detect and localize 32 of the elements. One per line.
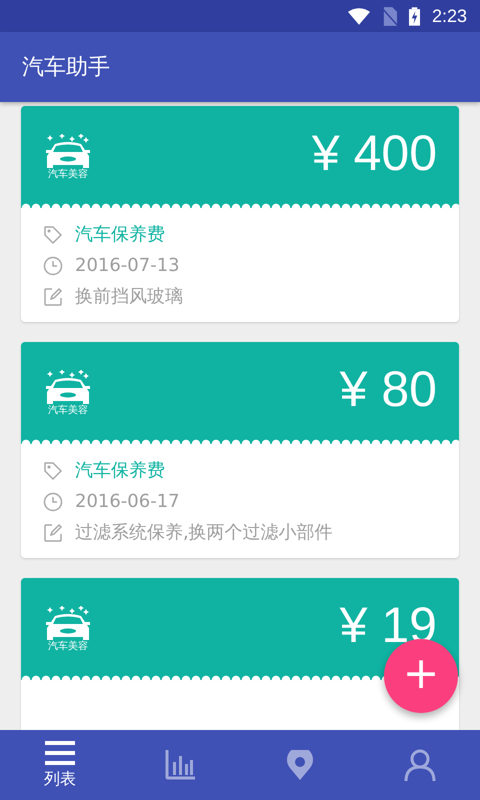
car-wash-icon xyxy=(43,606,93,640)
person-icon xyxy=(404,749,436,781)
edit-icon xyxy=(43,287,63,307)
date-text: 2016-06-17 xyxy=(75,491,180,513)
amount-text: ¥ 400 xyxy=(312,124,437,182)
clock-icon xyxy=(43,492,63,512)
clock-icon xyxy=(43,256,63,276)
wifi-icon xyxy=(348,8,370,24)
date-text: 2016-07-13 xyxy=(75,255,180,277)
logo-caption: 汽车美容 xyxy=(48,405,88,416)
category-text: 汽车保养费 xyxy=(75,224,165,246)
clock-time: 2:23 xyxy=(432,6,467,26)
no-sim-icon xyxy=(382,6,397,26)
note-text: 换前挡风玻璃 xyxy=(75,286,183,308)
logo-caption: 汽车美容 xyxy=(48,169,88,180)
record-card[interactable]: 汽车美容 ¥ 80 汽车保养费 2016-06-17 过滤系统保养,换两个过滤小部件 xyxy=(21,342,459,558)
note-text: 过滤系统保养,换两个过滤小部件 xyxy=(75,522,333,544)
car-wash-icon xyxy=(43,134,93,168)
location-pin-icon xyxy=(287,750,313,780)
amount-text: ¥ 80 xyxy=(340,360,437,418)
list-tab[interactable]: 列表 xyxy=(0,730,120,800)
record-card[interactable]: 汽车美容 ¥ 400 汽车保养费 2016-07-13 换前挡风玻璃 xyxy=(21,106,459,322)
tag-icon xyxy=(43,225,63,245)
menu-icon xyxy=(45,740,75,764)
category-text: 汽车保养费 xyxy=(75,460,165,482)
bar-chart-icon xyxy=(165,750,195,780)
battery-charging-icon xyxy=(408,6,420,26)
car-wash-icon xyxy=(43,370,93,404)
edit-icon xyxy=(43,523,63,543)
tag-icon xyxy=(43,461,63,481)
app-title: 汽车助手 xyxy=(22,54,110,82)
logo-caption: 汽车美容 xyxy=(48,641,88,652)
